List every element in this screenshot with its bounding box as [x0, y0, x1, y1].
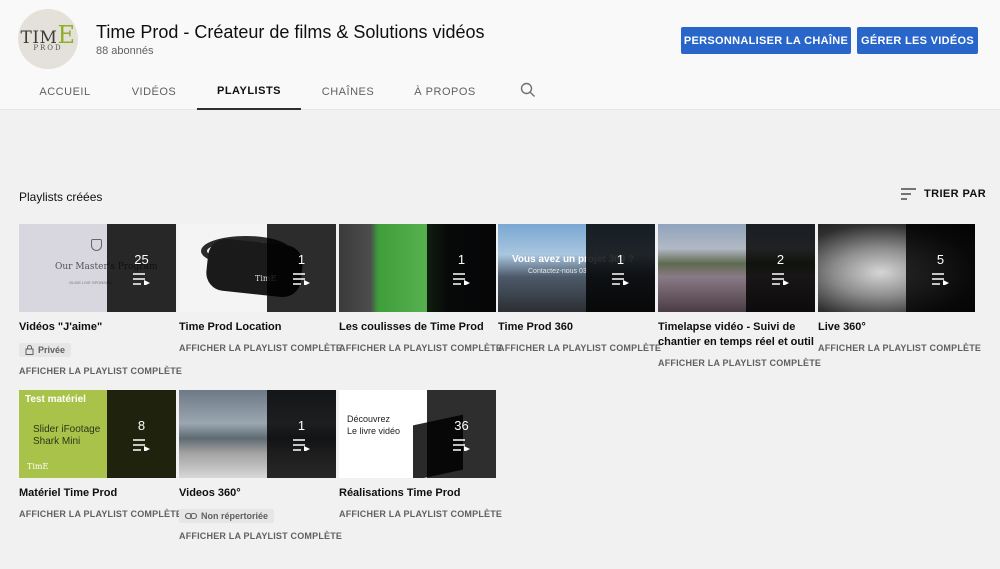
privacy-badge-label: Non répertoriée	[201, 511, 269, 521]
manage-videos-button[interactable]: GÉRER LES VIDÉOS	[857, 27, 978, 54]
customize-channel-button[interactable]: PERSONNALISER LA CHAÎNE	[681, 27, 851, 54]
privacy-badge-label: Privée	[38, 345, 66, 355]
playlist-play-icon	[452, 272, 470, 285]
sort-label: TRIER PAR	[924, 188, 987, 200]
view-full-playlist-link[interactable]: AFFICHER LA PLAYLIST COMPLÈTE	[19, 509, 182, 519]
section-title: Playlists créées	[19, 190, 103, 204]
playlist-thumbnail[interactable]: Découvrez Le livre vidéo 36	[339, 390, 496, 478]
view-full-playlist-link[interactable]: AFFICHER LA PLAYLIST COMPLÈTE	[498, 343, 661, 353]
view-full-playlist-link[interactable]: AFFICHER LA PLAYLIST COMPLÈTE	[658, 358, 821, 368]
avatar-logo-sub: PROD	[33, 43, 63, 52]
tab-playlists[interactable]: PLAYLISTS	[197, 74, 301, 110]
channel-header: TIME PROD Time Prod - Créateur de films …	[0, 0, 1000, 110]
playlist-card[interactable]: 1 Les coulisses de Time Prod AFFICHER LA…	[339, 224, 502, 353]
playlist-play-icon	[771, 272, 789, 285]
playlist-count-overlay: 2	[746, 224, 815, 312]
playlist-count-overlay: 25	[107, 224, 176, 312]
playlist-play-icon	[132, 272, 150, 285]
playlist-count-overlay: 5	[906, 224, 975, 312]
view-full-playlist-link[interactable]: AFFICHER LA PLAYLIST COMPLÈTE	[19, 366, 182, 376]
view-full-playlist-link[interactable]: AFFICHER LA PLAYLIST COMPLÈTE	[339, 509, 502, 519]
playlist-card[interactable]: Vous avez un projet 360 ? Contactez-nous…	[498, 224, 661, 353]
video-count: 8	[137, 417, 146, 433]
channel-name: Time Prod - Créateur de films & Solution…	[96, 22, 485, 42]
thumbnail-text: Découvrez	[347, 414, 391, 424]
playlist-card[interactable]: Our Master's Program GLIDE LIVE SPONSOR …	[19, 224, 182, 376]
playlist-play-icon	[931, 272, 949, 285]
playlist-title[interactable]: Time Prod Location	[179, 320, 336, 335]
link-icon	[185, 512, 197, 520]
playlist-count-overlay: 1	[267, 224, 336, 312]
playlist-card[interactable]: 2 Timelapse vidéo - Suivi de chantier en…	[658, 224, 821, 368]
video-count: 36	[454, 417, 469, 433]
sort-button[interactable]: TRIER PAR	[901, 188, 986, 200]
playlist-thumbnail[interactable]: Our Master's Program GLIDE LIVE SPONSOR …	[19, 224, 176, 312]
playlist-thumbnail[interactable]: TimE 1	[179, 224, 336, 312]
playlist-count-overlay: 1	[586, 224, 655, 312]
tab-a-propos[interactable]: À PROPOS	[408, 74, 482, 110]
playlist-card[interactable]: 5 Live 360° AFFICHER LA PLAYLIST COMPLÈT…	[818, 224, 981, 353]
video-count: 1	[297, 417, 306, 433]
playlist-card[interactable]: TimE 1 Time Prod Location AFFICHER LA PL…	[179, 224, 342, 353]
playlist-title[interactable]: Live 360°	[818, 320, 975, 335]
playlist-count-overlay: 1	[427, 224, 496, 312]
channel-avatar[interactable]: TIME PROD	[18, 9, 78, 69]
playlist-play-icon	[292, 272, 310, 285]
playlist-play-icon	[292, 438, 310, 451]
sort-icon	[901, 188, 916, 200]
thumbnail-subtext: Contactez-nous 03	[528, 268, 587, 275]
playlist-title[interactable]: Matériel Time Prod	[19, 486, 176, 501]
video-count: 25	[134, 251, 149, 267]
subscriber-count: 88 abonnés	[96, 45, 154, 57]
tab-chaines[interactable]: CHAÎNES	[314, 74, 382, 110]
playlist-count-overlay: 1	[267, 390, 336, 478]
view-full-playlist-link[interactable]: AFFICHER LA PLAYLIST COMPLÈTE	[179, 531, 342, 541]
playlist-card[interactable]: Découvrez Le livre vidéo 36 Réalisations…	[339, 390, 502, 519]
video-count: 2	[776, 251, 785, 267]
playlist-thumbnail[interactable]: 1	[179, 390, 336, 478]
playlist-count-overlay: 36	[427, 390, 496, 478]
view-full-playlist-link[interactable]: AFFICHER LA PLAYLIST COMPLÈTE	[179, 343, 342, 353]
playlist-count-overlay: 8	[107, 390, 176, 478]
thumbnail-label: Test matériel	[25, 394, 86, 405]
playlist-play-icon	[611, 272, 629, 285]
playlist-title[interactable]: Vidéos "J'aime"	[19, 320, 176, 335]
thumbnail-text: Slider iFootage	[33, 424, 101, 435]
video-count: 1	[297, 251, 306, 267]
tab-videos[interactable]: VIDÉOS	[124, 74, 184, 110]
playlist-title[interactable]: Réalisations Time Prod	[339, 486, 496, 501]
video-count: 1	[616, 251, 625, 267]
lock-icon	[25, 345, 34, 355]
privacy-badge: Privée	[19, 343, 72, 357]
playlist-title[interactable]: Les coulisses de Time Prod	[339, 320, 496, 335]
playlist-title[interactable]: Timelapse vidéo - Suivi de chantier en t…	[658, 320, 815, 350]
playlist-thumbnail[interactable]: 2	[658, 224, 815, 312]
privacy-badge: Non répertoriée	[179, 509, 275, 523]
tab-accueil[interactable]: ACCUEIL	[33, 74, 97, 110]
channel-tabs: ACCUEIL VIDÉOS PLAYLISTS CHAÎNES À PROPO…	[0, 74, 1000, 110]
view-full-playlist-link[interactable]: AFFICHER LA PLAYLIST COMPLÈTE	[818, 343, 981, 353]
playlist-title[interactable]: Videos 360°	[179, 486, 336, 501]
playlist-card[interactable]: 1 Videos 360° Non répertoriée AFFICHER L…	[179, 390, 342, 541]
playlist-thumbnail[interactable]: Vous avez un projet 360 ? Contactez-nous…	[498, 224, 655, 312]
view-full-playlist-link[interactable]: AFFICHER LA PLAYLIST COMPLÈTE	[339, 343, 502, 353]
playlist-play-icon	[452, 438, 470, 451]
playlist-card[interactable]: Test matériel Slider iFootage Shark Mini…	[19, 390, 182, 519]
thumbnail-text: Le livre vidéo	[347, 426, 401, 436]
video-count: 5	[936, 251, 945, 267]
thumbnail-logo: TimE	[27, 462, 49, 471]
search-icon[interactable]	[520, 82, 536, 98]
playlist-play-icon	[132, 438, 150, 451]
playlist-title[interactable]: Time Prod 360	[498, 320, 655, 335]
video-count: 1	[457, 251, 466, 267]
thumbnail-text: Shark Mini	[33, 436, 81, 447]
playlist-thumbnail[interactable]: 5	[818, 224, 975, 312]
playlist-thumbnail[interactable]: 1	[339, 224, 496, 312]
thumbnail-subtext: GLIDE LIVE SPONSOR	[69, 280, 112, 285]
shield-icon	[91, 239, 102, 251]
playlist-thumbnail[interactable]: Test matériel Slider iFootage Shark Mini…	[19, 390, 176, 478]
